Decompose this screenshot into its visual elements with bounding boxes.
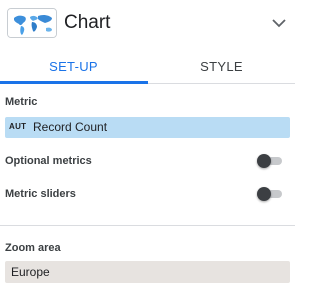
toggle-knob xyxy=(257,154,271,168)
optional-metrics-label: Optional metrics xyxy=(5,155,92,167)
chevron-down-icon[interactable] xyxy=(270,14,288,32)
world-map-icon[interactable] xyxy=(7,8,57,38)
metric-chip[interactable]: AUT Record Count xyxy=(5,117,290,138)
tab-style[interactable]: STYLE xyxy=(148,50,295,84)
toggle-knob xyxy=(257,187,271,201)
section-divider xyxy=(0,225,295,226)
tab-setup[interactable]: SET-UP xyxy=(0,50,147,84)
metric-sliders-toggle[interactable] xyxy=(257,187,283,201)
metric-name: Record Count xyxy=(33,120,108,134)
metric-label: Metric xyxy=(5,96,38,108)
optional-metrics-toggle[interactable] xyxy=(257,154,283,168)
panel-header: Chart xyxy=(0,0,295,46)
zoom-area-value: Europe xyxy=(11,265,50,279)
metric-sliders-label: Metric sliders xyxy=(5,188,76,200)
tab-bar: SET-UP STYLE xyxy=(0,50,295,84)
metric-type-badge: AUT xyxy=(9,122,27,131)
active-tab-indicator xyxy=(0,81,148,84)
chart-title: Chart xyxy=(64,12,111,33)
zoom-area-select[interactable]: Europe xyxy=(5,261,290,283)
zoom-area-label: Zoom area xyxy=(5,242,61,254)
